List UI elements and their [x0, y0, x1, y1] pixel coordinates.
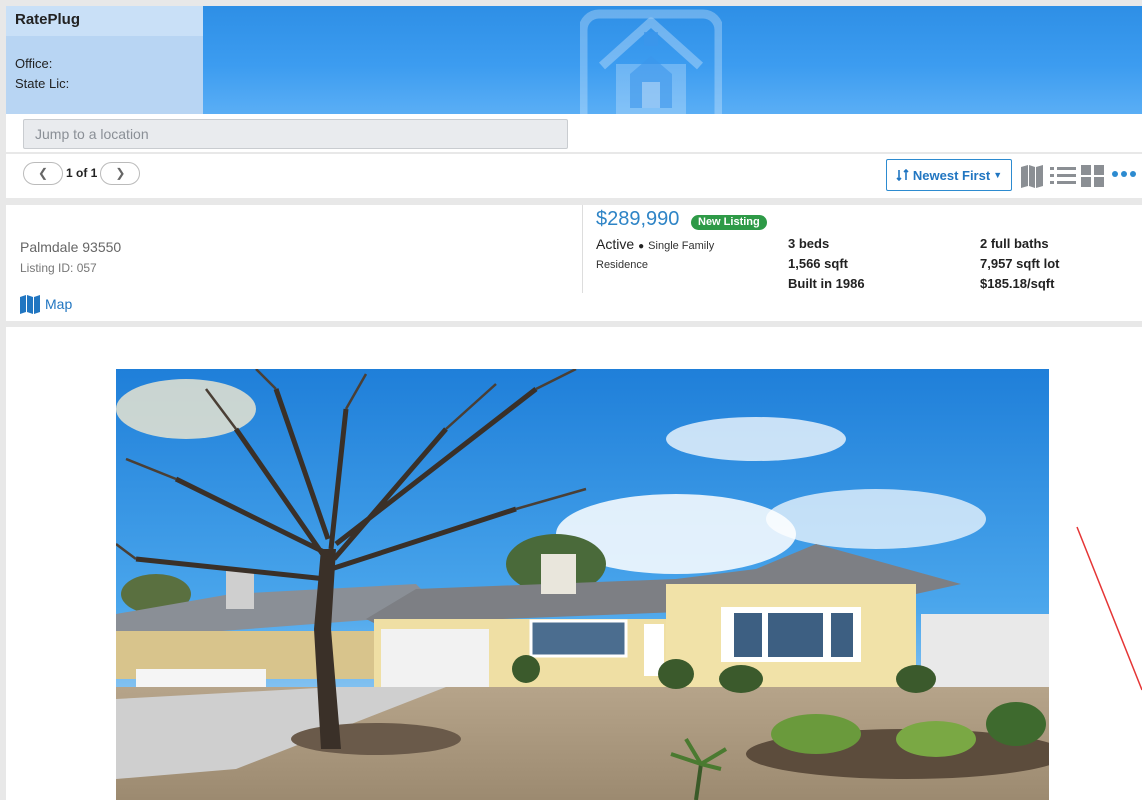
header: RatePlug Office: State Lic:: [6, 6, 1142, 114]
status-text: Active: [596, 236, 635, 252]
house-logo-icon: [580, 9, 722, 114]
brand-name: RatePlug: [6, 6, 203, 36]
office-label: Office:: [15, 56, 53, 71]
status-dot-icon: ●: [638, 241, 645, 252]
property-type: Single Family: [648, 240, 715, 252]
map-view-icon[interactable]: [1020, 164, 1044, 188]
new-listing-badge: New Listing: [691, 215, 767, 230]
map-link[interactable]: Map: [19, 294, 72, 314]
beds: 3 beds: [788, 236, 830, 251]
listing-city: Palmdale 93550: [20, 239, 122, 255]
caret-down-icon: ▼: [993, 170, 1003, 180]
photo-area: [6, 327, 1142, 800]
location-search-input[interactable]: [23, 119, 568, 149]
lot-size: 7,957 sqft lot: [980, 256, 1060, 271]
year-built: Built in 1986: [788, 276, 865, 291]
pagination: ❮ 1 of 1 ❯: [23, 161, 141, 185]
sort-dropdown-button[interactable]: Newest First ▼: [886, 159, 1012, 191]
license-label: State Lic:: [15, 76, 70, 91]
listing-summary[interactable]: Palmdale 93550 Listing ID: 057 Map $289,…: [6, 205, 1142, 321]
grid-view-icon[interactable]: [1081, 164, 1105, 188]
map-icon: [20, 295, 40, 314]
chevron-left-icon: ❮: [37, 166, 49, 180]
price-per-sqft: $185.18/sqft: [980, 276, 1055, 291]
map-link-label: Map: [45, 296, 73, 312]
chevron-right-icon: ❯: [115, 166, 126, 180]
summary-divider: [582, 205, 583, 293]
next-page-button[interactable]: ❯: [100, 161, 141, 185]
sort-label: Newest First: [912, 167, 991, 183]
search-bar: [6, 114, 1142, 152]
listing-id: Listing ID: 057: [20, 261, 97, 275]
page-indicator: 1 of 1: [66, 166, 98, 180]
listing-price: $289,990: [596, 208, 680, 230]
house-photo[interactable]: [116, 369, 1049, 800]
agent-panel: RatePlug Office: State Lic:: [6, 6, 203, 114]
square-feet: 1,566 sqft: [788, 256, 848, 271]
more-icon[interactable]: [1111, 170, 1137, 178]
list-view-icon[interactable]: [1050, 164, 1076, 188]
baths: 2 full baths: [980, 236, 1049, 251]
listing-status: Active ● Single Family: [596, 236, 714, 252]
property-type-continued: Residence: [596, 259, 648, 271]
sort-icon: [896, 169, 909, 181]
header-banner: [203, 6, 1142, 114]
previous-page-button[interactable]: ❮: [23, 161, 63, 185]
results-toolbar: ❮ 1 of 1 ❯ Newest First ▼: [6, 154, 1142, 198]
